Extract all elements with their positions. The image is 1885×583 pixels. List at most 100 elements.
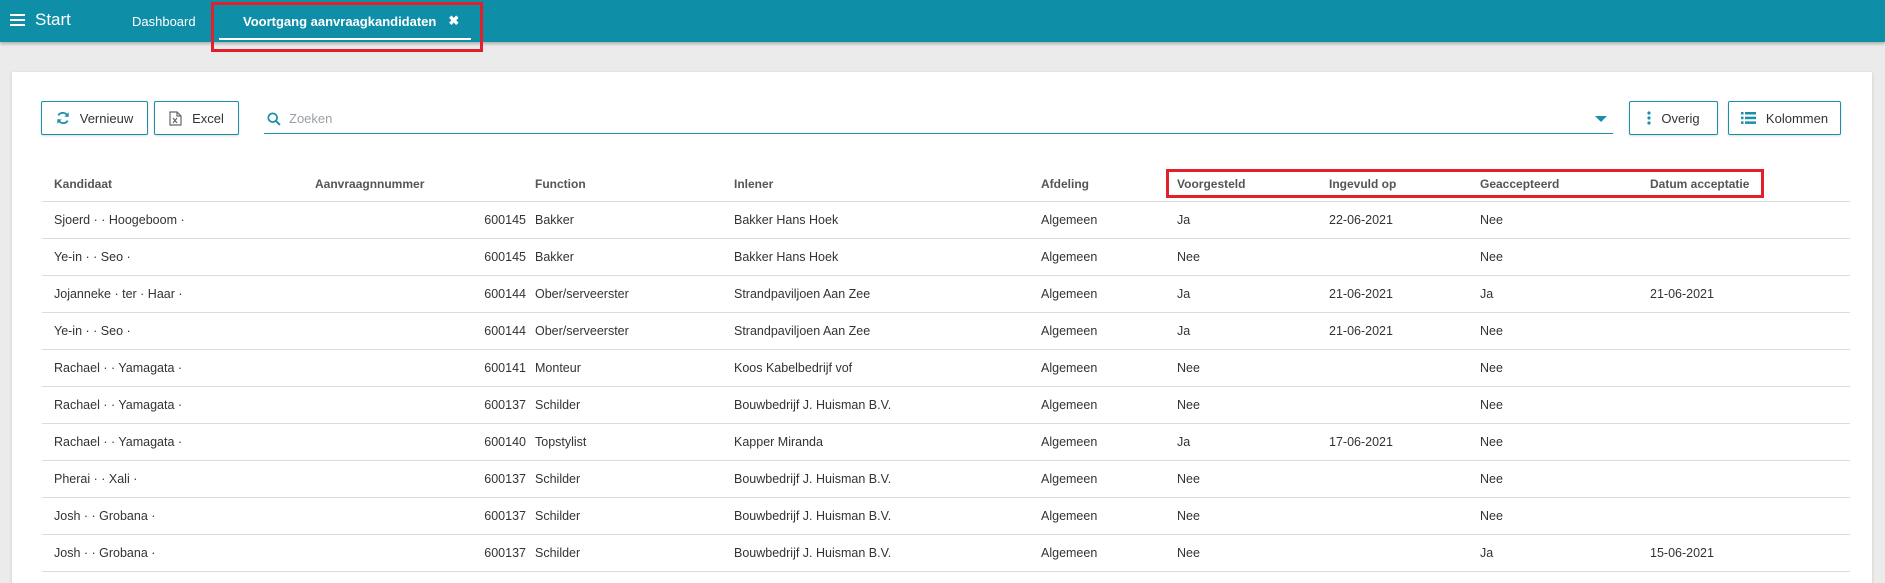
cell-kandidaat: Rachael · · Yamagata · — [54, 435, 183, 449]
cell-inlener: Bakker Hans Hoek — [734, 213, 839, 227]
search-input[interactable] — [289, 111, 1595, 126]
table-row[interactable]: Ye-in · · Seo · 600144 Ober/serveerster Str… — [42, 313, 1850, 350]
cell-aanvraagnummer: 600144 — [484, 324, 526, 338]
column-header-ingevuld-op[interactable]: Ingevuld op — [1329, 166, 1396, 201]
dropdown-caret-icon[interactable] — [1595, 115, 1607, 122]
refresh-button[interactable]: Vernieuw — [41, 101, 148, 135]
column-header-afdeling[interactable]: Afdeling — [1041, 166, 1089, 201]
cell-afdeling: Algemeen — [1041, 250, 1098, 264]
table-header-row: Kandidaat Aanvraagnnummer Function Inlen… — [42, 166, 1850, 202]
cell-inlener: Koos Kabelbedrijf vof — [734, 361, 853, 375]
cell-geaccepteerd: Nee — [1480, 361, 1503, 375]
cell-aanvraagnummer: 600145 — [484, 213, 526, 227]
cell-function: Schilder — [535, 472, 581, 486]
search-icon — [267, 111, 281, 126]
cell-aanvraagnummer: 600145 — [484, 250, 526, 264]
cell-aanvraagnummer: 600144 — [484, 287, 526, 301]
cell-function: Monteur — [535, 361, 581, 375]
cell-geaccepteerd: Nee — [1480, 472, 1503, 486]
start-label: Start — [35, 10, 71, 29]
cell-ingevuld-op: 21-06-2021 — [1329, 287, 1393, 301]
cell-kandidaat: Jojanneke · ter · Haar · — [54, 287, 183, 301]
table-row[interactable]: Rachael · · Yamagata · 600140 Topstylist Ka… — [42, 424, 1850, 461]
cell-geaccepteerd: Nee — [1480, 250, 1503, 264]
cell-kandidaat: Josh · · Grobana · — [54, 509, 156, 523]
column-header-function[interactable]: Function — [535, 166, 586, 201]
tab-active-label: Voortgang aanvraagkandidaten — [243, 13, 437, 29]
cell-aanvraagnummer: 600137 — [484, 472, 526, 486]
column-header-datum-acceptatie[interactable]: Datum acceptatie — [1650, 166, 1749, 201]
cell-function: Ober/serveerster — [535, 287, 629, 301]
top-bar: Start Dashboard Voortgang aanvraagkandid… — [0, 0, 1885, 42]
cell-aanvraagnummer: 600141 — [484, 361, 526, 375]
cell-datum-acceptatie: 15-06-2021 — [1650, 546, 1714, 560]
cell-inlener: Kapper Miranda — [734, 435, 823, 449]
column-header-geaccepteerd[interactable]: Geaccepteerd — [1480, 166, 1559, 201]
cell-datum-acceptatie: 21-06-2021 — [1650, 287, 1714, 301]
table-row[interactable]: Josh · · Grobana · 600137 Schilder Bouwbedr… — [42, 498, 1850, 535]
cell-voorgesteld: Nee — [1177, 398, 1200, 412]
table-row[interactable]: Josh · · Grobana · 600137 Schilder Bouwbedr… — [42, 535, 1850, 572]
search-bar[interactable] — [264, 104, 1613, 134]
column-header-kandidaat[interactable]: Kandidaat — [54, 166, 112, 201]
table-row[interactable]: Rachael · · Yamagata · 600141 Monteur Koos … — [42, 350, 1850, 387]
cell-function: Schilder — [535, 398, 581, 412]
cell-voorgesteld: Ja — [1177, 324, 1191, 338]
cell-voorgesteld: Ja — [1177, 213, 1191, 227]
columns-button[interactable]: Kolommen — [1728, 101, 1841, 135]
cell-kandidaat: Pherai · · Xali · — [54, 472, 138, 486]
column-header-voorgesteld[interactable]: Voorgesteld — [1177, 166, 1245, 201]
column-header-inlener[interactable]: Inlener — [734, 166, 773, 201]
close-icon[interactable]: ✖ — [448, 13, 459, 29]
cell-voorgesteld: Nee — [1177, 361, 1200, 375]
cell-kandidaat: Ye-in · · Seo · — [54, 250, 131, 264]
more-vertical-icon — [1647, 111, 1651, 125]
cell-aanvraagnummer: 600137 — [484, 546, 526, 560]
cell-afdeling: Algemeen — [1041, 324, 1098, 338]
start-menu-button[interactable]: Start — [10, 9, 71, 31]
excel-label: Excel — [192, 110, 224, 126]
cell-inlener: Strandpaviljoen Aan Zee — [734, 287, 871, 301]
cell-geaccepteerd: Nee — [1480, 398, 1503, 412]
excel-icon — [169, 110, 182, 126]
cell-aanvraagnummer: 600137 — [484, 398, 526, 412]
tab-voortgang-aanvraagkandidaten[interactable]: Voortgang aanvraagkandidaten ✖ — [219, 0, 471, 42]
columns-list-icon — [1740, 112, 1756, 124]
cell-inlener: Bouwbedrijf J. Huisman B.V. — [734, 472, 892, 486]
cell-voorgesteld: Nee — [1177, 250, 1200, 264]
cell-kandidaat: Josh · · Grobana · — [54, 546, 156, 560]
table-row[interactable]: Pherai · · Xali · 600137 Schilder Bouwbedri… — [42, 461, 1850, 498]
tab-dashboard[interactable]: Dashboard — [132, 0, 196, 42]
table-row[interactable]: Rachael · · Yamagata · 600137 Schilder Bouw… — [42, 387, 1850, 424]
cell-kandidaat: Rachael · · Yamagata · — [54, 398, 183, 412]
refresh-label: Vernieuw — [79, 110, 134, 126]
cell-inlener: Bouwbedrijf J. Huisman B.V. — [734, 546, 892, 560]
table-row[interactable]: Jojanneke · ter · Haar · 600144 Ober/serve… — [42, 276, 1850, 313]
cell-ingevuld-op: 17-06-2021 — [1329, 435, 1393, 449]
cell-geaccepteerd: Ja — [1480, 287, 1494, 301]
cell-geaccepteerd: Nee — [1480, 435, 1503, 449]
cell-afdeling: Algemeen — [1041, 546, 1098, 560]
cell-inlener: Bakker Hans Hoek — [734, 250, 839, 264]
cell-geaccepteerd: Nee — [1480, 213, 1503, 227]
cell-voorgesteld: Nee — [1177, 546, 1200, 560]
cell-function: Topstylist — [535, 435, 587, 449]
more-label: Overig — [1661, 110, 1700, 126]
cell-geaccepteerd: Ja — [1480, 546, 1494, 560]
cell-inlener: Bouwbedrijf J. Huisman B.V. — [734, 398, 892, 412]
cell-geaccepteerd: Nee — [1480, 324, 1503, 338]
cell-kandidaat: Ye-in · · Seo · — [54, 324, 131, 338]
content-card: Vernieuw Excel Overig Kolommen Kandidaat… — [12, 72, 1872, 583]
cell-afdeling: Algemeen — [1041, 361, 1098, 375]
more-button[interactable]: Overig — [1629, 101, 1718, 135]
cell-voorgesteld: Nee — [1177, 509, 1200, 523]
table-row[interactable]: Ye-in · · Seo · 600145 Bakker Bakker Hans H… — [42, 239, 1850, 276]
cell-function: Bakker — [535, 250, 574, 264]
cell-afdeling: Algemeen — [1041, 472, 1098, 486]
excel-button[interactable]: Excel — [154, 101, 239, 135]
cell-kandidaat: Sjoerd · · Hoogeboom · — [54, 213, 185, 227]
table-row[interactable]: Sjoerd · · Hoogeboom · 600145 Bakker Bakker… — [42, 202, 1850, 239]
menu-icon — [10, 13, 25, 27]
column-header-aanvraagnummer[interactable]: Aanvraagnnummer — [315, 166, 526, 201]
cell-function: Schilder — [535, 509, 581, 523]
